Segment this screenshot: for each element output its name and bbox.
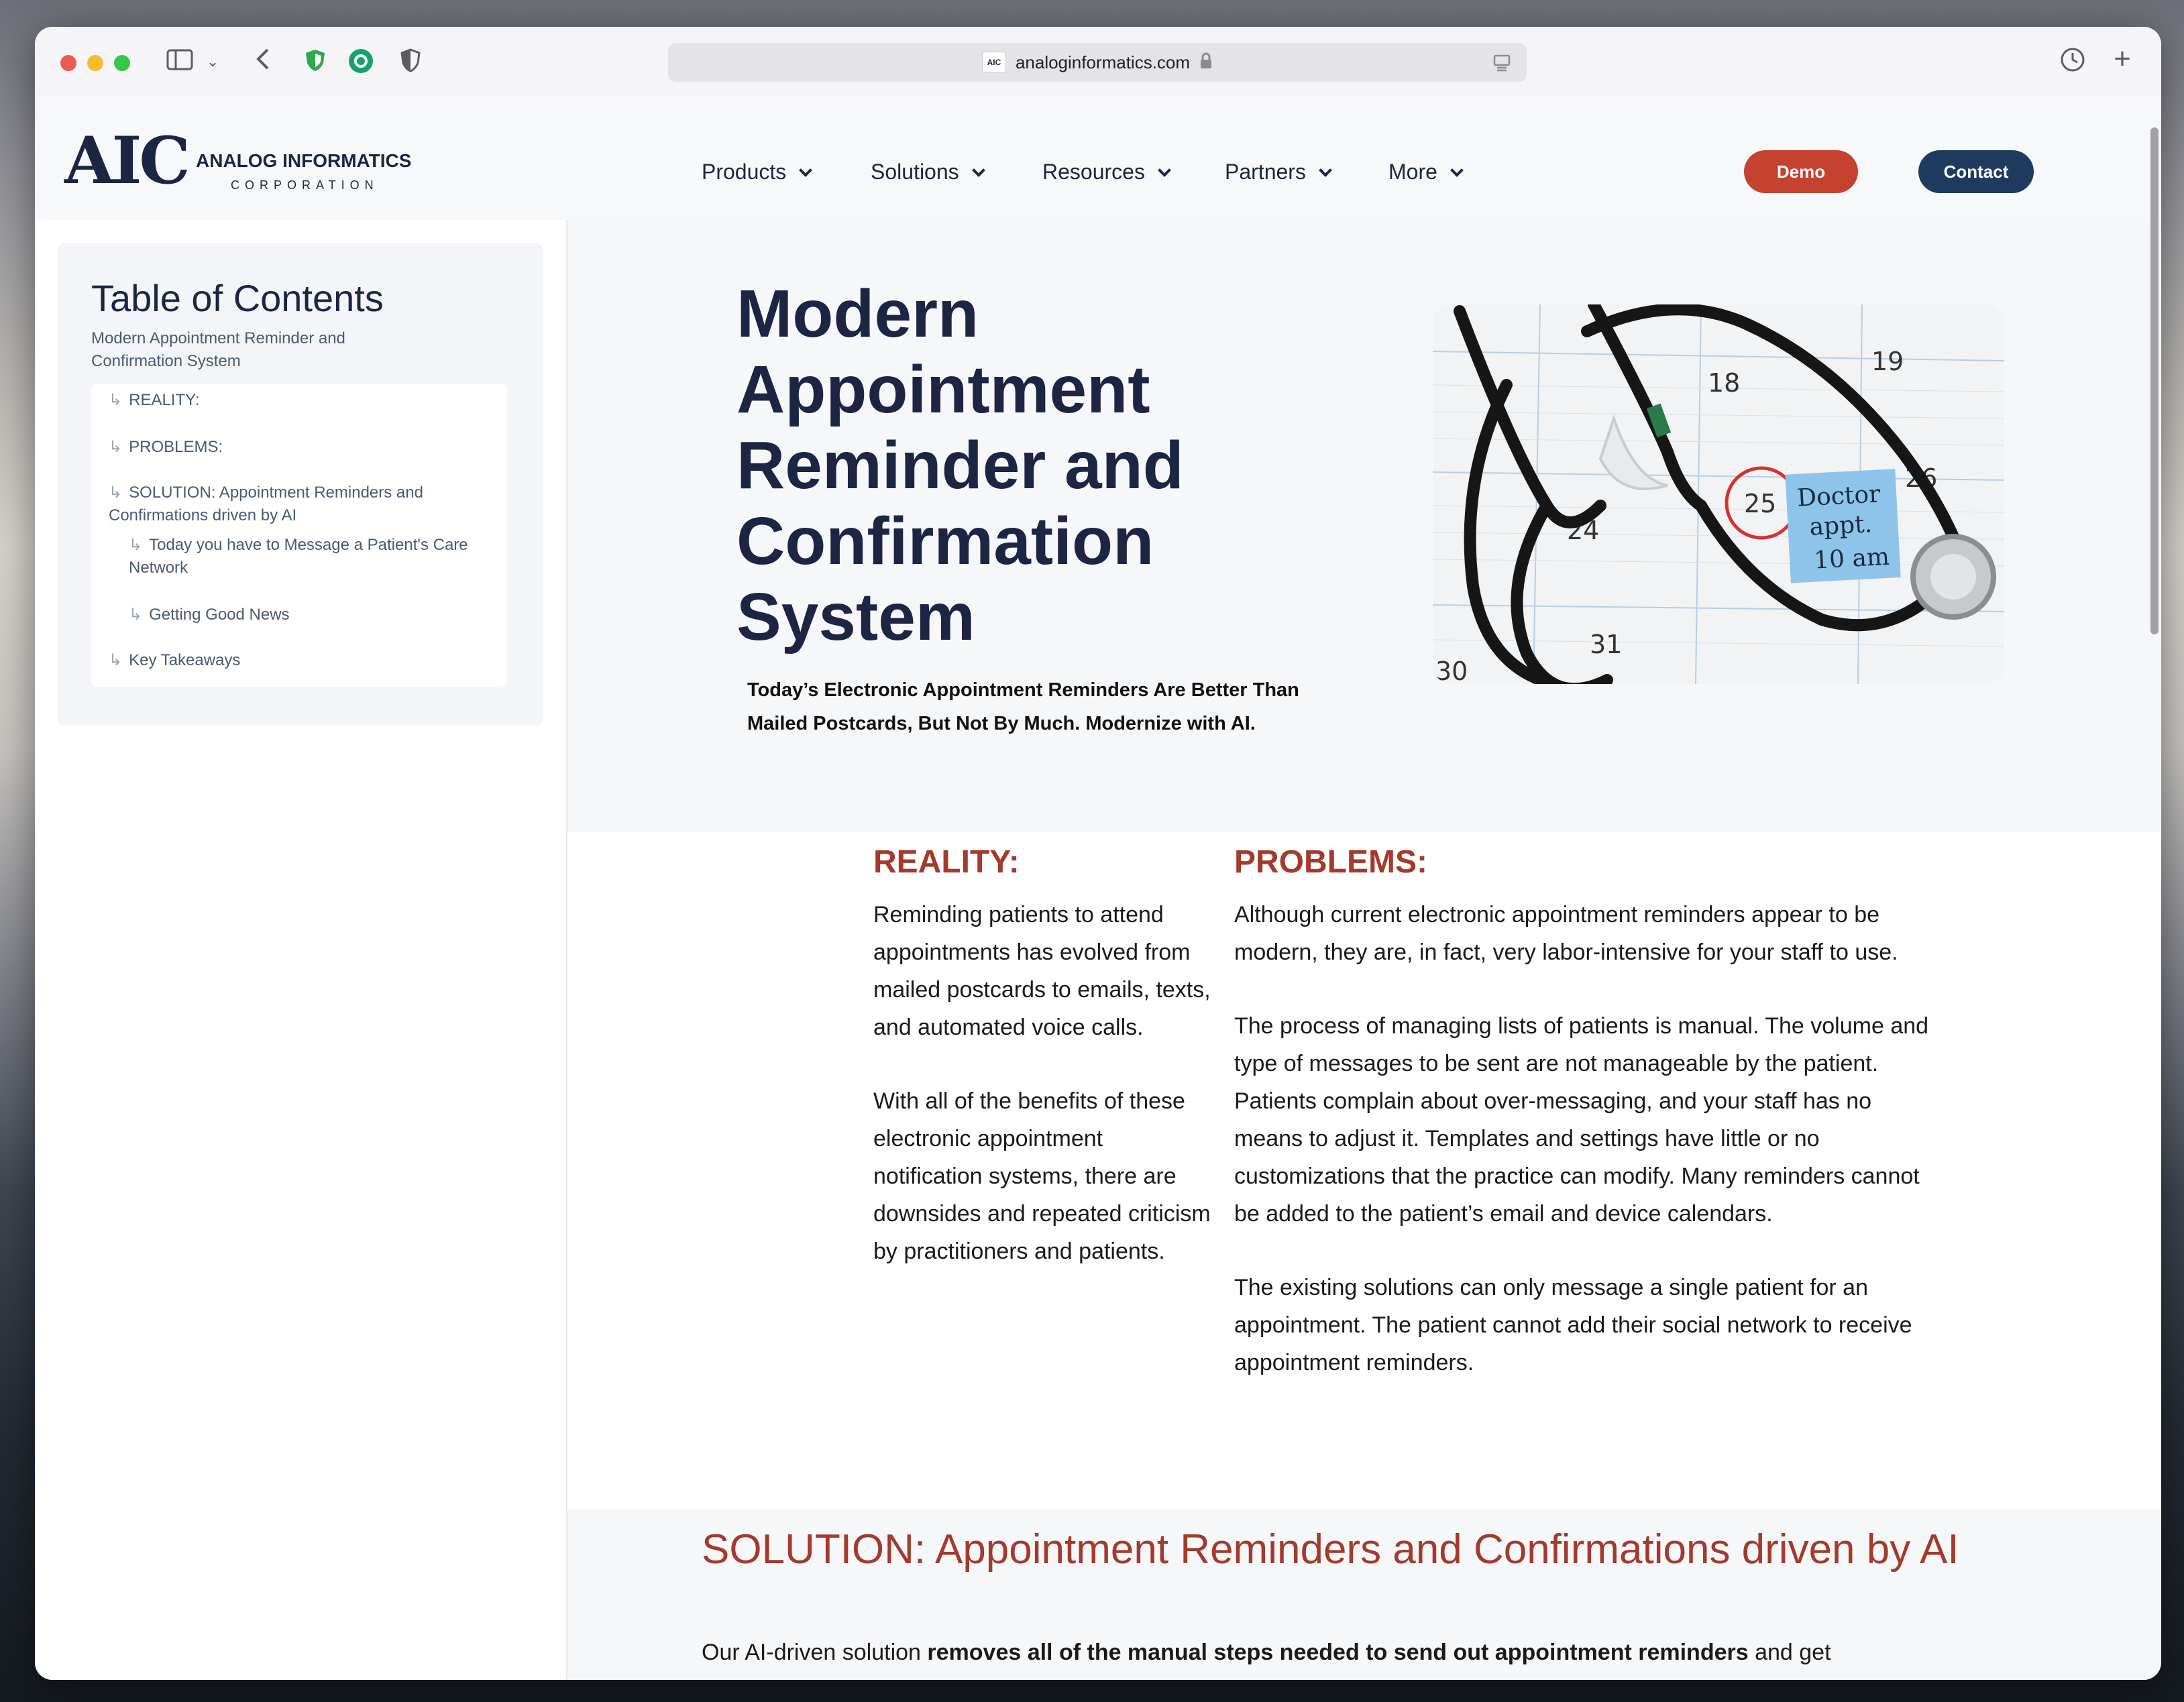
- toc-subtitle[interactable]: Modern Appointment Reminder and Confirma…: [91, 327, 440, 373]
- calendar-number: 25: [1744, 489, 1776, 518]
- toc-item-reality[interactable]: ↳ REALITY:: [109, 389, 491, 412]
- nav-label: Resources: [1042, 160, 1145, 184]
- maximize-window-button[interactable]: [114, 55, 130, 71]
- toc-title: Table of Contents: [91, 277, 384, 319]
- problems-heading: PROBLEMS:: [1234, 844, 1427, 880]
- browser-window: ⌄ AIC analoginformatics.com + AIC ANALOG…: [35, 27, 2161, 1680]
- nav-products[interactable]: Products: [702, 158, 813, 185]
- hero-image-stethoscope-calendar: 18 19 24 25 26 30 31 Doctor appt. 10 am: [1433, 304, 2004, 684]
- subdirectory-arrow-icon: ↳: [109, 391, 123, 409]
- toc-item-label: SOLUTION: Appointment Reminders and Conf…: [109, 484, 423, 524]
- chevron-down-icon[interactable]: ⌄: [203, 48, 223, 75]
- subdirectory-arrow-icon: ↳: [109, 484, 123, 502]
- nav-solutions[interactable]: Solutions: [871, 158, 985, 185]
- chevron-down-icon: [1319, 164, 1332, 177]
- sidebar: Table of Contents Modern Appointment Rem…: [35, 220, 567, 1680]
- hero-section: Modern Appointment Reminder and Confirma…: [567, 220, 2161, 832]
- tagline-line: Today’s Electronic Appointment Reminders…: [747, 679, 1299, 701]
- privacy-shield-icon[interactable]: [397, 48, 424, 78]
- subdirectory-arrow-icon: ↳: [109, 651, 123, 669]
- toc-list: ↳ REALITY: ↳ PROBLEMS: ↳ SOLUTION: Appointm…: [91, 384, 507, 687]
- subdirectory-arrow-icon: ↳: [129, 606, 143, 624]
- solution-text: Our AI-driven solution removes all of th…: [702, 1634, 2016, 1671]
- subdirectory-arrow-icon: ↳: [129, 536, 143, 554]
- paragraph: Although current electronic appointment …: [1234, 902, 1898, 965]
- lock-icon: [1199, 52, 1213, 73]
- toc-item-label: Key Takeaways: [129, 651, 241, 669]
- toc-item-good-news[interactable]: ↳ Getting Good News: [129, 604, 491, 626]
- toc-item-key-takeaways[interactable]: ↳ Key Takeaways: [109, 649, 491, 672]
- toc-item-solution[interactable]: ↳ SOLUTION: Appointment Reminders and Con…: [109, 481, 491, 527]
- back-icon[interactable]: [250, 47, 276, 77]
- page-title: Modern Appointment Reminder and Confirma…: [736, 276, 1184, 655]
- paragraph: The process of managing lists of patient…: [1234, 1013, 1929, 1227]
- toc-item-label: Getting Good News: [149, 606, 290, 624]
- history-icon[interactable]: [2059, 47, 2086, 78]
- paragraph: Reminding patients to attend appointment…: [873, 902, 1211, 1040]
- browser-toolbar: ⌄ AIC analoginformatics.com +: [35, 27, 2161, 97]
- logo-tagline: CORPORATION: [231, 178, 379, 192]
- problems-text: Although current electronic appointment …: [1234, 896, 1932, 1418]
- solution-heading: SOLUTION: Appointment Reminders and Conf…: [702, 1526, 1959, 1573]
- solution-text-start: Our AI-driven solution: [702, 1640, 928, 1665]
- reader-mode-icon[interactable]: [1492, 52, 1512, 76]
- chevron-down-icon: [971, 164, 985, 177]
- nav-label: Products: [702, 160, 787, 184]
- nav-more[interactable]: More: [1388, 158, 1464, 185]
- calendar-number: 18: [1708, 368, 1740, 398]
- new-tab-icon[interactable]: +: [2109, 44, 2136, 74]
- site-favicon: AIC: [981, 52, 1006, 73]
- chevron-down-icon: [1450, 164, 1464, 177]
- chevron-down-icon: [1158, 164, 1171, 177]
- adblock-shield-icon[interactable]: [302, 48, 329, 78]
- demo-button[interactable]: Demo: [1744, 150, 1858, 193]
- toc-item-label: PROBLEMS:: [129, 438, 223, 456]
- paragraph: With all of the benefits of these electr…: [873, 1088, 1211, 1264]
- site-header: AIC ANALOG INFORMATICS CORPORATION Produ…: [35, 97, 2161, 221]
- nav-resources[interactable]: Resources: [1042, 158, 1171, 185]
- toc-item-care-network[interactable]: ↳ Today you have to Message a Patient's C…: [129, 534, 491, 579]
- nav-partners[interactable]: Partners: [1225, 158, 1332, 185]
- sticky-note-text: 10 am: [1813, 543, 1890, 575]
- grammarly-icon[interactable]: [347, 48, 374, 80]
- tagline-line: Mailed Postcards, But Not By Much. Moder…: [747, 713, 1256, 734]
- logo-company-name[interactable]: ANALOG INFORMATICS: [196, 150, 411, 172]
- subdirectory-arrow-icon: ↳: [109, 438, 123, 456]
- toc-item-label: Today you have to Message a Patient's Ca…: [129, 536, 468, 577]
- calendar-number: 19: [1871, 347, 1904, 376]
- logo-mark[interactable]: AIC: [64, 129, 190, 193]
- sidebar-toggle-icon[interactable]: [165, 48, 195, 77]
- reality-heading: REALITY:: [873, 844, 1020, 880]
- reality-text: Reminding patients to attend appointment…: [873, 896, 1214, 1306]
- solution-section: SOLUTION: Appointment Reminders and Conf…: [567, 1509, 2161, 1680]
- paragraph: The existing solutions can only message …: [1234, 1275, 1912, 1375]
- nav-label: Partners: [1225, 160, 1306, 184]
- nav-label: Solutions: [871, 160, 959, 184]
- close-window-button[interactable]: [60, 55, 76, 71]
- calendar-number: 31: [1590, 630, 1622, 659]
- address-bar[interactable]: AIC analoginformatics.com: [668, 43, 1527, 82]
- minimize-window-button[interactable]: [87, 55, 103, 71]
- page-scrollbar[interactable]: [2150, 127, 2159, 634]
- table-of-contents: Table of Contents Modern Appointment Rem…: [58, 243, 543, 726]
- url-text: analoginformatics.com: [1015, 52, 1191, 72]
- contact-button[interactable]: Contact: [1918, 150, 2034, 193]
- hero-tagline: Today’s Electronic Appointment Reminders…: [747, 673, 1351, 740]
- sticky-note-text: appt.: [1809, 510, 1873, 541]
- toc-item-problems[interactable]: ↳ PROBLEMS:: [109, 436, 491, 459]
- solution-text-bold: removes all of the manual steps needed t…: [927, 1640, 1749, 1665]
- solution-text-end: and get: [1748, 1640, 1831, 1665]
- calendar-number: 30: [1435, 657, 1468, 684]
- nav-label: More: [1388, 160, 1437, 184]
- chevron-down-icon: [799, 164, 813, 177]
- toc-item-label: REALITY:: [129, 391, 200, 409]
- reality-problems-section: REALITY: PROBLEMS: Reminding patients to…: [567, 832, 2161, 1509]
- sticky-note-text: Doctor: [1796, 480, 1881, 512]
